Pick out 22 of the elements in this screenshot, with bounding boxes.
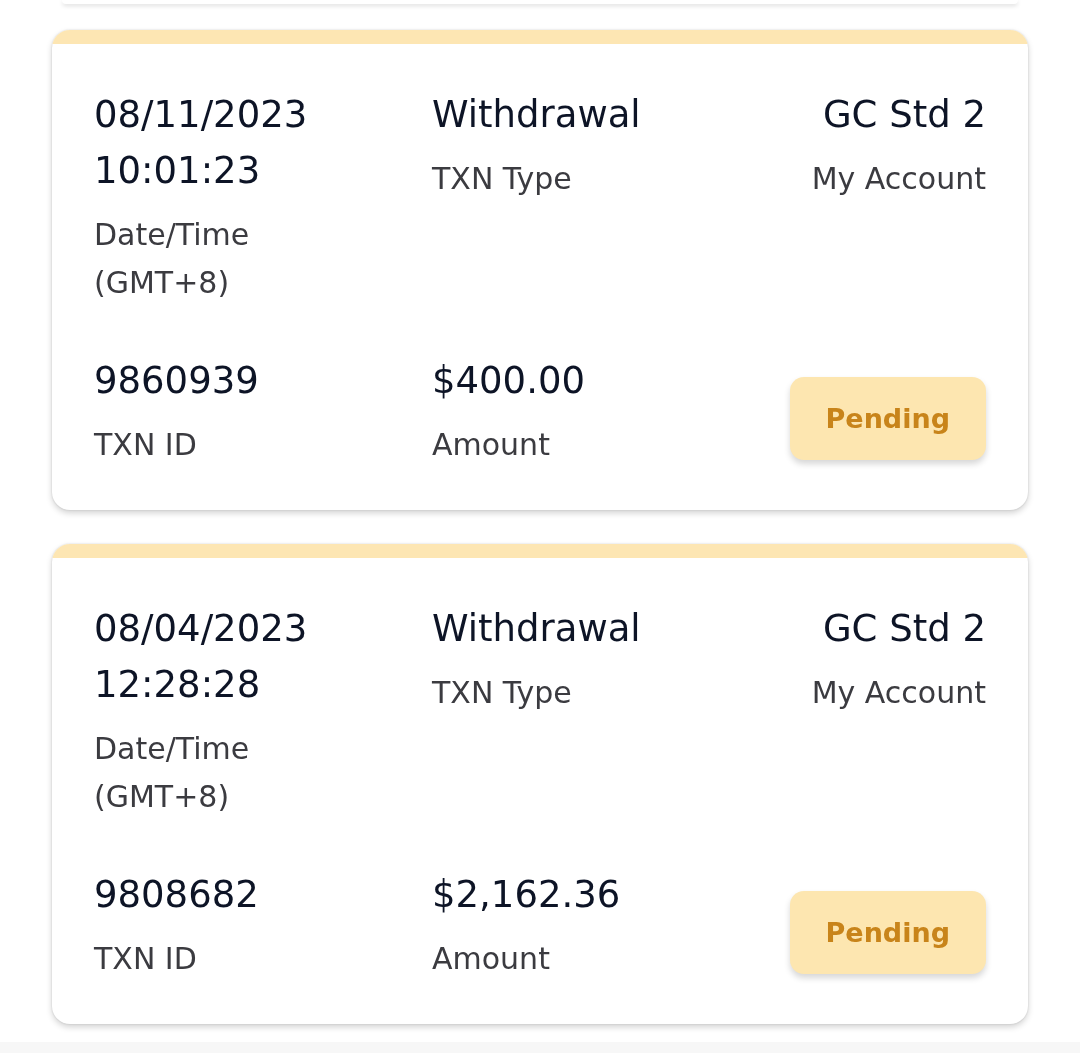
account-value: GC Std 2 — [822, 92, 986, 138]
txn-id-label: TXN ID — [94, 940, 198, 978]
account-label: My Account — [811, 674, 986, 712]
amount-value: $2,162.36 — [432, 872, 622, 918]
txn-type-value: Withdrawal — [432, 92, 642, 138]
txn-type-value: Withdrawal — [432, 606, 642, 652]
status-badge: Pending — [789, 376, 986, 460]
date-time-label: Date/Time (GMT+8) — [94, 730, 251, 816]
amount-label: Amount — [432, 426, 551, 464]
txn-type-label: TXN Type — [432, 160, 573, 198]
account-value: GC Std 2 — [822, 606, 986, 652]
txn-id-label: TXN ID — [94, 426, 198, 464]
date-time-label: Date/Time (GMT+8) — [94, 216, 251, 302]
txn-id-value: 9860939 — [94, 358, 260, 404]
amount-value: $400.00 — [432, 358, 586, 404]
date-time-value: 08/04/2023 12:28:28 — [94, 606, 309, 708]
txn-id-value: 9808682 — [94, 872, 260, 918]
date-time-value: 08/11/2023 10:01:23 — [94, 92, 309, 194]
amount-label: Amount — [432, 940, 551, 978]
txn-type-label: TXN Type — [432, 674, 573, 712]
account-label: My Account — [811, 160, 986, 198]
status-badge: Pending — [789, 890, 986, 974]
